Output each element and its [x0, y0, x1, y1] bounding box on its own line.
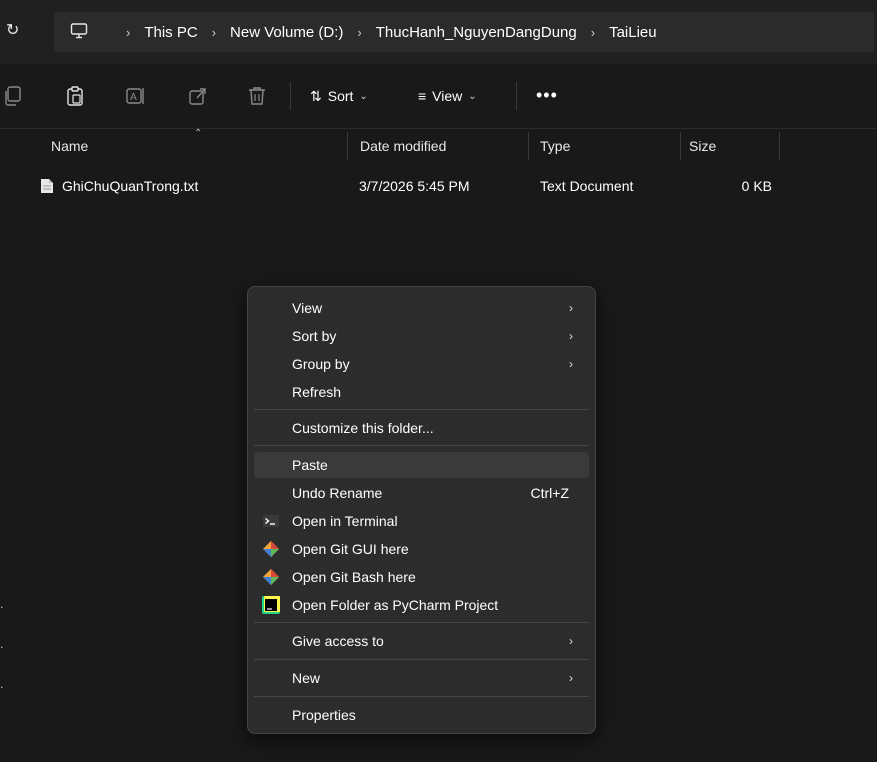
menu-item-label: Customize this folder... — [292, 420, 434, 436]
menu-item-open-pycharm[interactable]: Open Folder as PyCharm Project — [254, 592, 589, 618]
menu-item-paste[interactable]: Paste — [254, 452, 589, 478]
menu-item-group-by[interactable]: Group by › — [254, 351, 589, 377]
edge-glyph: ‧ — [0, 642, 4, 654]
view-icon: ≡ — [418, 88, 427, 104]
rename-icon[interactable]: A — [126, 86, 146, 106]
edge-glyph: ‧ — [0, 602, 4, 614]
menu-item-label: Group by — [292, 356, 350, 372]
menu-item-sort-by[interactable]: Sort by › — [254, 323, 589, 349]
breadcrumb-tailieu[interactable]: TaiLieu — [609, 24, 657, 41]
menu-item-view[interactable]: View › — [254, 295, 589, 321]
chevron-right-icon: › — [569, 671, 573, 685]
column-header-type[interactable]: Type — [540, 128, 570, 164]
column-divider[interactable] — [347, 132, 348, 160]
address-bar-area: ↻ › This PC › New Volume (D:) › ThucHanh… — [0, 0, 877, 64]
menu-item-label: Open Git Bash here — [292, 569, 416, 585]
file-type: Text Document — [540, 178, 634, 194]
menu-item-label: Paste — [292, 457, 328, 473]
menu-separator — [254, 696, 589, 697]
context-menu: View › Sort by › Group by › Refresh Cust… — [247, 286, 596, 734]
view-label: View — [432, 88, 463, 104]
chevron-right-icon: › — [569, 357, 573, 371]
chevron-right-icon: › — [569, 329, 573, 343]
breadcrumb-separator[interactable]: › — [591, 25, 595, 40]
menu-item-properties[interactable]: Properties — [254, 702, 589, 728]
menu-item-give-access[interactable]: Give access to › — [254, 628, 589, 654]
column-divider[interactable] — [779, 132, 780, 160]
menu-item-refresh[interactable]: Refresh — [254, 379, 589, 405]
menu-separator — [254, 659, 589, 660]
view-button[interactable]: ≡ View ⌄ — [418, 84, 477, 108]
breadcrumb-this-pc[interactable]: This PC — [144, 24, 197, 41]
menu-separator — [254, 445, 589, 446]
file-size: 0 KB — [741, 178, 772, 194]
menu-item-open-git-bash[interactable]: Open Git Bash here — [254, 564, 589, 590]
this-pc-icon[interactable] — [70, 22, 88, 40]
sort-label: Sort — [327, 88, 354, 104]
column-divider[interactable] — [680, 132, 681, 160]
menu-item-label: Undo Rename — [292, 485, 383, 501]
chevron-down-icon: ⌄ — [359, 90, 368, 102]
paste-icon[interactable] — [66, 86, 84, 106]
menu-item-label: Refresh — [292, 384, 342, 400]
toolbar-divider — [516, 82, 517, 110]
svg-text:A: A — [130, 92, 137, 103]
column-header-size[interactable]: Size — [689, 128, 716, 164]
edge-glyph: ‧ — [0, 682, 4, 694]
breadcrumb-separator[interactable]: › — [126, 25, 130, 40]
breadcrumb-thuchanh[interactable]: ThucHanh_NguyenDangDung — [376, 24, 577, 41]
column-headers: Name Date modified Type Size — [0, 128, 877, 164]
chevron-right-icon: › — [569, 301, 573, 315]
menu-separator — [254, 409, 589, 410]
nav-pane-edge: ‧ ‧ ‧ — [0, 588, 4, 708]
text-file-icon — [41, 179, 53, 193]
command-bar: A ⇅ Sort ⌄ ≡ View ⌄ ••• — [0, 64, 877, 129]
menu-item-undo-rename[interactable]: Undo Rename Ctrl+Z — [254, 480, 589, 506]
menu-item-new[interactable]: New › — [254, 665, 589, 691]
menu-item-label: Open Folder as PyCharm Project — [292, 597, 499, 613]
git-icon — [263, 541, 279, 557]
table-row[interactable]: GhiChuQuanTrong.txt 3/7/2026 5:45 PM Tex… — [0, 172, 877, 200]
chevron-right-icon: › — [569, 634, 573, 648]
menu-item-open-terminal[interactable]: Open in Terminal — [254, 508, 589, 534]
share-icon[interactable] — [188, 86, 208, 106]
menu-item-label: Give access to — [292, 633, 384, 649]
address-bar[interactable]: › This PC › New Volume (D:) › ThucHanh_N… — [54, 12, 874, 52]
menu-item-label: Properties — [292, 707, 356, 723]
pycharm-icon — [262, 596, 280, 614]
breadcrumb-separator[interactable]: › — [357, 25, 361, 40]
menu-item-label: Sort by — [292, 328, 337, 344]
chevron-down-icon: ⌄ — [468, 90, 477, 102]
menu-item-label: New — [292, 670, 321, 686]
menu-separator — [254, 622, 589, 623]
file-date-modified: 3/7/2026 5:45 PM — [359, 178, 470, 194]
menu-item-label: Open in Terminal — [292, 513, 398, 529]
sort-icon: ⇅ — [310, 87, 322, 104]
refresh-icon[interactable]: ↻ — [6, 20, 19, 40]
menu-item-label: Open Git GUI here — [292, 541, 409, 557]
menu-item-customize-folder[interactable]: Customize this folder... — [254, 415, 589, 441]
terminal-icon — [263, 515, 279, 527]
menu-item-shortcut: Ctrl+Z — [530, 485, 570, 501]
file-name: GhiChuQuanTrong.txt — [62, 178, 199, 194]
git-icon — [263, 569, 279, 585]
sort-button[interactable]: ⇅ Sort ⌄ — [310, 84, 368, 108]
copy-icon[interactable] — [4, 86, 22, 106]
menu-item-open-git-gui[interactable]: Open Git GUI here — [254, 536, 589, 562]
toolbar-divider — [290, 82, 291, 110]
breadcrumb: › This PC › New Volume (D:) › ThucHanh_N… — [112, 12, 657, 52]
column-divider[interactable] — [528, 132, 529, 160]
breadcrumb-separator[interactable]: › — [212, 25, 216, 40]
column-header-date[interactable]: Date modified — [360, 128, 446, 164]
column-header-name[interactable]: Name — [51, 128, 88, 164]
breadcrumb-new-volume[interactable]: New Volume (D:) — [230, 24, 343, 41]
more-options-button[interactable]: ••• — [536, 86, 558, 104]
delete-icon[interactable] — [248, 86, 266, 106]
menu-item-label: View — [292, 300, 323, 316]
